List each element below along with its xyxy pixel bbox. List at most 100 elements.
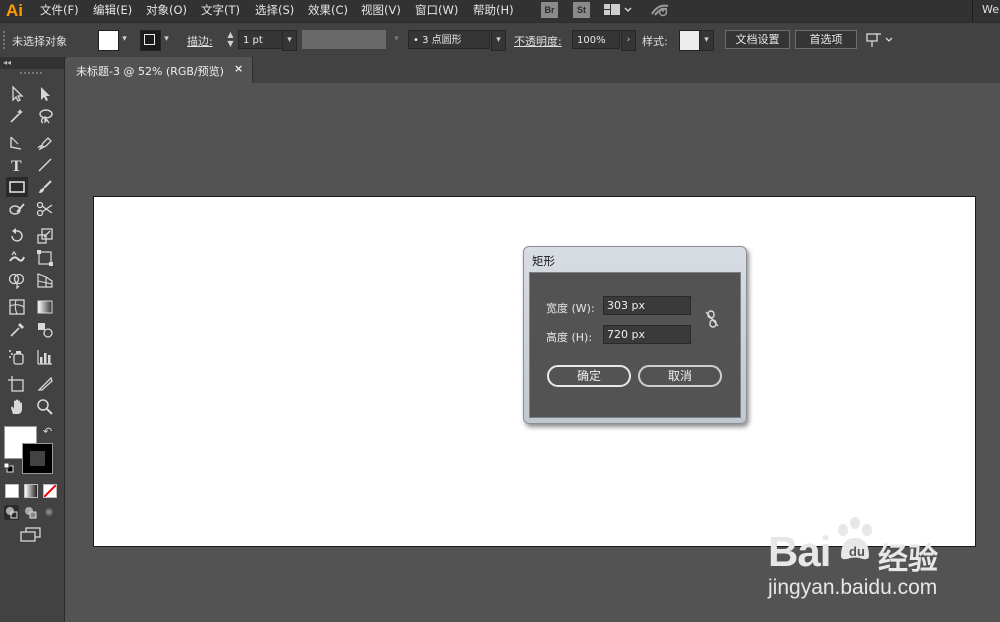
opacity-field[interactable]: 100% <box>572 30 620 49</box>
constrain-proportions-link-icon[interactable] <box>704 310 720 331</box>
swap-fill-stroke-icon[interactable]: ↶ <box>43 425 52 438</box>
height-label: 高度 (H): <box>546 331 593 344</box>
free-transform-tool-icon[interactable] <box>34 248 56 268</box>
scissors-tool-icon[interactable] <box>34 199 56 219</box>
tools-panel-grip <box>20 72 42 76</box>
fill-dropdown-icon[interactable]: ▾ <box>118 30 131 49</box>
eyedropper-tool-icon[interactable] <box>6 320 28 340</box>
slice-tool-icon[interactable] <box>34 374 56 394</box>
menu-window[interactable]: 窗口(W) <box>415 0 458 20</box>
stroke-weight-stepper-icon[interactable]: ▲ ▼ <box>224 30 237 49</box>
brush-dropdown-icon[interactable]: ▾ <box>491 30 506 51</box>
menu-file[interactable]: 文件(F) <box>40 0 79 20</box>
control-bar-grip <box>3 31 7 49</box>
stock-button[interactable]: St <box>573 2 590 18</box>
column-graph-tool-icon[interactable] <box>34 347 56 367</box>
opacity-arrow-icon[interactable]: › <box>621 30 636 51</box>
baidu-paw-icon: du <box>833 516 877 565</box>
stroke-dropdown-icon[interactable]: ▾ <box>160 30 173 49</box>
draw-normal-icon[interactable] <box>4 505 19 520</box>
tools-panel-collapse-icon[interactable]: ◂◂ <box>0 57 64 69</box>
brush-definition-field[interactable]: • 3 点圆形 <box>408 30 490 49</box>
watermark-url: jingyan.baidu.com <box>768 576 938 599</box>
menu-view[interactable]: 视图(V) <box>361 0 401 20</box>
workspace-layout-icon[interactable] <box>604 3 632 20</box>
none-mode-icon[interactable] <box>43 484 57 498</box>
fill-swatch[interactable] <box>98 30 119 51</box>
gpu-performance-icon[interactable] <box>650 2 672 21</box>
style-dropdown-icon[interactable]: ▾ <box>699 30 714 51</box>
menu-object[interactable]: 对象(O) <box>146 0 187 20</box>
gradient-mode-icon[interactable] <box>24 484 38 498</box>
type-tool-icon[interactable]: T <box>6 155 28 175</box>
width-field[interactable]: 303 px <box>603 296 691 315</box>
symbol-sprayer-tool-icon[interactable] <box>6 347 28 367</box>
shaper-tool-icon[interactable] <box>6 199 28 219</box>
paintbrush-tool-icon[interactable] <box>34 177 56 197</box>
direct-selection-tool-icon[interactable] <box>34 84 56 104</box>
preferences-button[interactable]: 首选项 <box>795 30 857 49</box>
tools-panel: ◂◂ T ↶ <box>0 57 65 622</box>
color-mode-icon[interactable] <box>5 484 19 498</box>
width-tool-icon[interactable] <box>6 248 28 268</box>
menubar-divider <box>972 0 973 22</box>
lasso-tool-icon[interactable] <box>34 106 56 126</box>
ok-button[interactable]: 确定 <box>547 365 631 387</box>
variable-width-profile[interactable] <box>302 30 386 49</box>
document-setup-button[interactable]: 文档设置 <box>725 30 790 49</box>
style-label: 样式: <box>642 35 668 48</box>
stroke-swatch-icon <box>144 34 155 45</box>
stroke-weight-field[interactable]: 1 pt <box>238 30 284 49</box>
menu-effect[interactable]: 效果(C) <box>308 0 348 20</box>
watermark-brand-suffix: 经验 <box>878 542 938 577</box>
control-bar: 未选择对象 ▾ ▾ 描边: ▲ ▼ 1 pt ▾ ▾ • 3 点圆形 ▾ 不透明度… <box>0 22 1000 58</box>
line-segment-tool-icon[interactable] <box>34 155 56 175</box>
stroke-weight-dropdown-icon[interactable]: ▾ <box>282 30 297 51</box>
scale-tool-icon[interactable] <box>34 226 56 246</box>
stroke-swatch[interactable] <box>140 30 161 51</box>
watermark-brand: Bai <box>768 528 831 575</box>
app-logo: Ai <box>6 1 23 20</box>
menu-edit[interactable]: 编辑(E) <box>93 0 132 20</box>
align-pin-icon[interactable] <box>866 32 894 51</box>
gradient-tool-icon[interactable] <box>34 297 56 317</box>
rotate-tool-icon[interactable] <box>6 226 28 246</box>
menu-type[interactable]: 文字(T) <box>201 0 240 20</box>
hand-tool-icon[interactable] <box>6 397 28 417</box>
curvature-tool-icon[interactable] <box>34 133 56 153</box>
default-fill-stroke-icon[interactable] <box>3 462 14 473</box>
perspective-grid-tool-icon[interactable] <box>34 270 56 290</box>
rectangle-tool-icon[interactable] <box>6 177 28 197</box>
menu-select[interactable]: 选择(S) <box>255 0 294 20</box>
selection-status: 未选择对象 <box>12 35 67 48</box>
draw-behind-icon[interactable] <box>23 505 38 520</box>
document-tab[interactable]: 未标题-3 @ 52% (RGB/预览) × <box>66 57 253 83</box>
cancel-button[interactable]: 取消 <box>638 365 722 387</box>
bridge-button[interactable]: Br <box>541 2 558 18</box>
shape-builder-tool-icon[interactable] <box>6 270 28 290</box>
stroke-label[interactable]: 描边: <box>187 33 213 49</box>
menu-bar: Ai 文件(F) 编辑(E) 对象(O) 文字(T) 选择(S) 效果(C) 视… <box>0 0 1000 22</box>
stroke-color-box[interactable] <box>22 443 53 474</box>
menu-help[interactable]: 帮助(H) <box>473 0 514 20</box>
selection-tool-icon[interactable] <box>6 84 28 104</box>
mesh-tool-icon[interactable] <box>6 297 28 317</box>
workspace-switcher[interactable]: We <box>982 0 999 20</box>
document-tab-strip: 未标题-3 @ 52% (RGB/预览) × <box>66 57 1000 83</box>
artboard-tool-icon[interactable] <box>6 374 28 394</box>
pen-tool-icon[interactable] <box>6 133 28 153</box>
height-field[interactable]: 720 px <box>603 325 691 344</box>
style-swatch[interactable] <box>679 30 700 51</box>
zoom-tool-icon[interactable] <box>34 397 56 417</box>
blend-tool-icon[interactable] <box>34 320 56 340</box>
magic-wand-tool-icon[interactable] <box>6 106 28 126</box>
stroke-color-inner <box>29 450 46 467</box>
document-tab-title: 未标题-3 @ 52% (RGB/预览) <box>76 65 224 78</box>
screen-mode-icon[interactable] <box>20 527 42 546</box>
width-label: 宽度 (W): <box>546 302 595 315</box>
rectangle-dialog: 矩形 宽度 (W): 303 px 高度 (H): 720 px 确定 取消 <box>523 246 747 424</box>
dialog-body: 宽度 (W): 303 px 高度 (H): 720 px 确定 取消 <box>529 272 741 418</box>
close-tab-icon[interactable]: × <box>234 62 243 75</box>
opacity-label[interactable]: 不透明度: <box>514 33 562 49</box>
draw-inside-icon[interactable] <box>42 505 57 520</box>
